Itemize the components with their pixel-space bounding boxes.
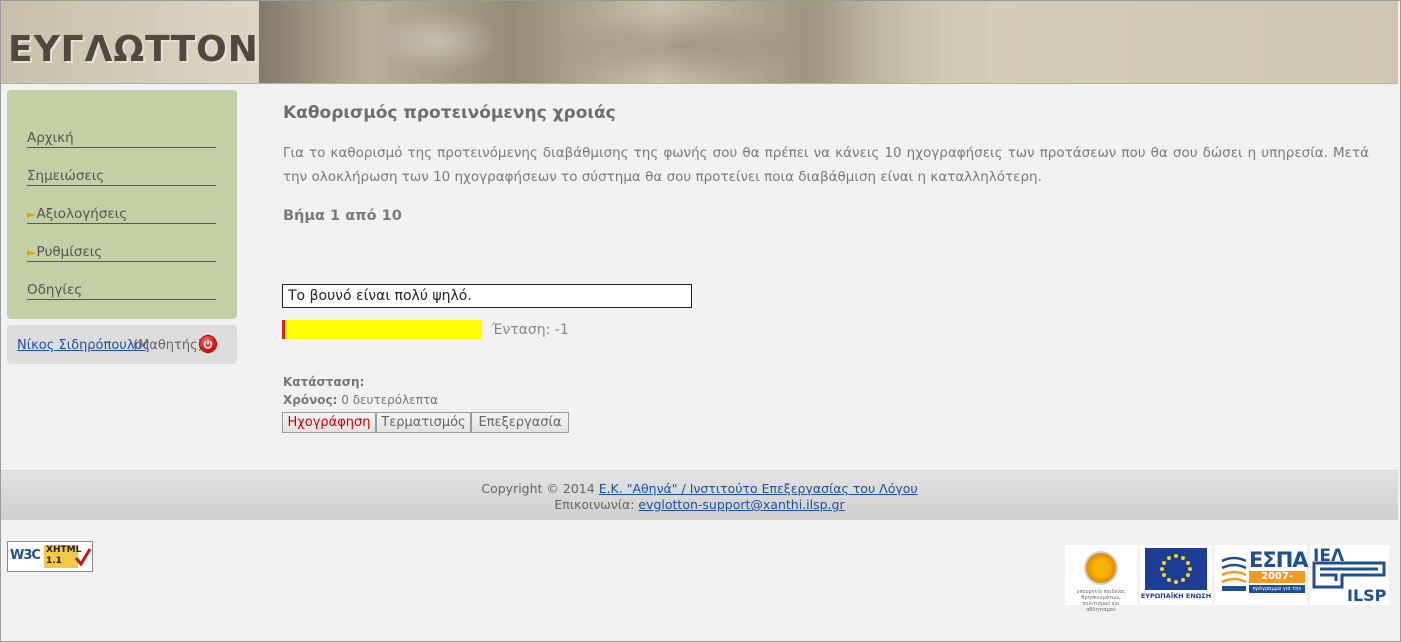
sidebar-item-settings[interactable]: ►Ρυθμίσεις	[27, 225, 216, 262]
time-row: Χρόνος: 0 δευτερόλεπτα	[283, 393, 438, 407]
sidebar-item-label: Ρυθμίσεις	[36, 244, 103, 260]
intro-text: Για το καθορισμό της προτεινόμενης διαβά…	[283, 145, 1369, 185]
sentence-box: Το βουνό είναι πολύ ψηλό.	[282, 284, 692, 308]
record-button[interactable]: Ηχογράφηση	[282, 412, 376, 433]
institute-link[interactable]: Ε.Κ. "Αθηνά" / Ινστιτούτο Επεξεργασίας τ…	[599, 481, 918, 496]
header-banner-image	[259, 1, 989, 83]
site-header: ΕΥΓΛΩΤΤΟΝ	[1, 1, 1398, 84]
espa-title: ΕΣΠΑ	[1249, 548, 1309, 572]
sidebar-item-instructions[interactable]: Οδηγίες	[27, 263, 216, 300]
contact-line: Επικοινωνία: evglotton-support@xanthi.il…	[1, 497, 1398, 512]
stop-button[interactable]: Τερματισμός	[376, 412, 471, 433]
copyright-line: Copyright © 2014 Ε.Κ. "Αθηνά" / Ινστιτού…	[1, 481, 1398, 496]
edit-button[interactable]: Επεξεργασία	[471, 412, 569, 433]
status-label: Κατάσταση:	[283, 375, 365, 389]
intensity-meter	[282, 320, 482, 339]
ilsp-latin-text: ILSP	[1347, 586, 1387, 605]
w3c-text: W3C	[10, 548, 41, 563]
sidebar-item-label: Σημειώσεις	[27, 168, 105, 184]
espa-waves-icon	[1221, 556, 1247, 591]
time-value: 0 δευτερόλεπτα	[341, 393, 439, 407]
user-panel: Νίκος Σιδηρόπουλος (Μαθητής)	[7, 325, 237, 364]
site-footer: Copyright © 2014 Ε.Κ. "Αθηνά" / Ινστιτού…	[1, 470, 1398, 520]
sidebar-item-label: Οδηγίες	[27, 282, 83, 298]
eu-logo[interactable]: ΕΥΡΩΠΑΪΚΗ ΕΝΩΣΗ	[1140, 545, 1212, 605]
sidebar-item-label: Αξιολογήσεις	[36, 206, 128, 222]
xhtml-validator-badge[interactable]: W3C XHTML 1.1	[7, 541, 93, 572]
contact-label: Επικοινωνία:	[554, 497, 635, 512]
ministry-label: υπουργείο παιδείας θρησκευμάτων, πολιτισ…	[1076, 589, 1126, 613]
espa-subtitle: πρόγραμμα για την ανάπτυξη	[1249, 585, 1305, 600]
page-title: Καθορισμός προτεινόμενης χροιάς	[283, 103, 616, 123]
site-logo[interactable]: ΕΥΓΛΩΤΤΟΝ	[8, 29, 259, 70]
xhtml-label: XHTML 1.1	[44, 545, 81, 568]
intensity-label: Ένταση: -1	[492, 322, 569, 338]
espa-logo[interactable]: ΕΣΠΑ 2007-2013 πρόγραμμα για την ανάπτυξ…	[1215, 545, 1309, 605]
eu-flag-icon	[1145, 548, 1207, 590]
intensity-level	[282, 320, 285, 339]
eu-label: ΕΥΡΩΠΑΪΚΗ ΕΝΩΣΗ	[1140, 592, 1212, 600]
contact-email-link[interactable]: evglotton-support@xanthi.ilsp.gr	[638, 497, 844, 512]
sidebar-item-notes[interactable]: Σημειώσεις	[27, 149, 216, 186]
user-name-link[interactable]: Νίκος Σιδηρόπουλος	[17, 338, 150, 353]
sidebar-item-home[interactable]: Αρχική	[27, 111, 216, 148]
sidebar-item-evaluations[interactable]: ►Αξιολογήσεις	[27, 187, 216, 224]
checkmark-icon	[74, 548, 92, 567]
copyright-text: Copyright © 2014	[481, 481, 595, 496]
espa-years: 2007-2013	[1249, 571, 1305, 594]
ministry-logo[interactable]: υπουργείο παιδείας θρησκευμάτων, πολιτισ…	[1065, 545, 1137, 613]
submenu-arrow-icon: ►	[27, 208, 36, 221]
power-icon[interactable]	[200, 336, 216, 352]
ilsp-logo[interactable]: ΙΕΛ ILSP	[1310, 545, 1389, 605]
ministry-emblem-icon	[1086, 553, 1116, 583]
submenu-arrow-icon: ►	[27, 246, 36, 259]
step-indicator: Βήμα 1 από 10	[283, 208, 402, 224]
sidebar-nav: Αρχική Σημειώσεις ►Αξιολογήσεις ►Ρυθμίσε…	[7, 90, 237, 319]
user-role: (Μαθητής)	[133, 338, 203, 353]
sidebar-item-label: Αρχική	[27, 130, 74, 146]
time-label: Χρόνος:	[283, 393, 338, 407]
ilsp-mark-icon	[1312, 561, 1386, 589]
